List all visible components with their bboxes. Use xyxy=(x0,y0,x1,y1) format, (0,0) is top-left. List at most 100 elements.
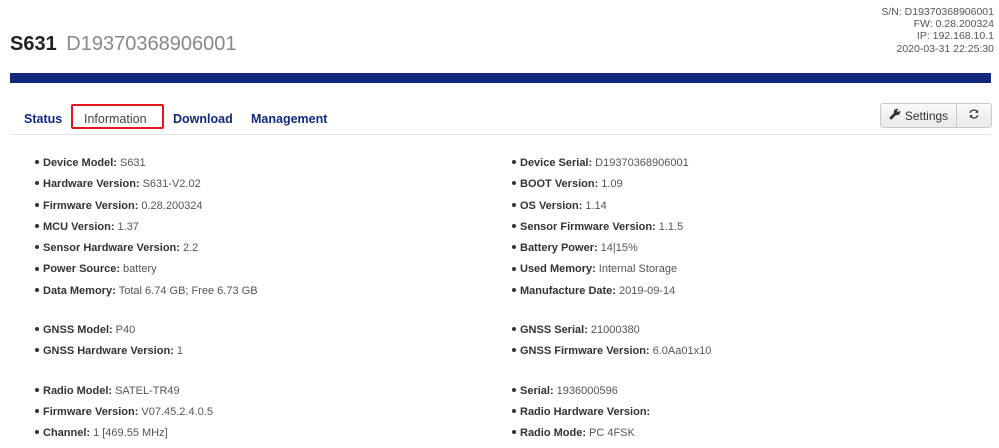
settings-button-label: Settings xyxy=(904,108,949,123)
info-label: Power Source: xyxy=(43,263,121,276)
info-item: Used Memory: Internal Storage xyxy=(512,259,982,280)
device-model-title: S631 xyxy=(10,33,57,55)
gnss-info-group: GNSS Model: P40 GNSS Hardware Version: 1 xyxy=(35,320,505,363)
info-label: GNSS Serial: xyxy=(520,324,588,337)
info-item: Radio Hardware Version: xyxy=(512,402,982,423)
meta-fw: FW: 0.28.200324 xyxy=(913,18,994,31)
info-item: Firmware Version: 0.28.200324 xyxy=(35,196,505,217)
info-label: Manufacture Date: xyxy=(520,284,616,297)
page-title: S631 D19370368906001 xyxy=(10,33,236,56)
info-value: S631 xyxy=(119,157,146,169)
info-label: Battery Power: xyxy=(520,242,598,255)
info-value: Total 6.74 GB; Free 6.73 GB xyxy=(118,284,258,297)
info-value: 1.09 xyxy=(601,178,623,191)
page-header: S631 D19370368906001 S/N: D1937036890600… xyxy=(0,0,999,72)
info-value: 2019-09-14 xyxy=(618,284,676,297)
meta-sn: S/N: D19370368906001 xyxy=(881,6,994,18)
info-value: S631-V2.02 xyxy=(142,178,201,191)
info-item: Radio Mode: PC 4FSK xyxy=(512,423,982,444)
refresh-icon xyxy=(968,108,980,123)
device-meta: S/N: D19370368906001 FW: 0.28.200324 IP:… xyxy=(881,6,994,55)
info-value: P40 xyxy=(115,324,136,337)
info-item: Battery Power: 14|15% xyxy=(512,238,982,259)
tab-status[interactable]: Status xyxy=(24,112,62,126)
info-value: 1936000596 xyxy=(556,384,618,397)
info-value: PC 4FSK xyxy=(589,427,635,440)
info-column-right: Device Serial: D19370368906001 BOOT Versi… xyxy=(512,153,982,445)
info-label: OS Version: xyxy=(520,199,583,212)
info-value: V07.45.2.4.0.5 xyxy=(141,405,213,418)
info-label: Used Memory: xyxy=(520,263,596,276)
info-value: battery xyxy=(123,263,157,276)
info-item: MCU Version: 1.37 xyxy=(35,217,505,238)
tab-information-highlight xyxy=(71,104,164,129)
info-item: Device Serial: D19370368906001 xyxy=(512,153,982,174)
info-label: Hardware Version: xyxy=(43,178,140,191)
info-value: 1 xyxy=(176,345,183,358)
info-item: Hardware Version: S631-V2.02 xyxy=(35,174,505,195)
info-label: Radio Mode: xyxy=(520,427,586,440)
info-label: Sensor Hardware Version: xyxy=(43,242,180,255)
info-label: Serial: xyxy=(520,384,554,397)
info-item: BOOT Version: 1.09 xyxy=(512,174,982,195)
info-label: Firmware Version: xyxy=(43,199,139,212)
radio-serial-group: Serial: 1936000596 Radio Hardware Version… xyxy=(512,381,982,445)
info-value: 1.14 xyxy=(585,199,607,212)
header-divider-bar xyxy=(10,73,991,83)
info-value: 6.0Aa01x10 xyxy=(652,345,712,358)
info-item: OS Version: 1.14 xyxy=(512,196,982,217)
info-value: 1.1.5 xyxy=(658,220,684,233)
info-item: Power Source: battery xyxy=(35,259,505,280)
info-label: Channel: xyxy=(43,427,91,440)
settings-button[interactable]: Settings xyxy=(880,103,957,128)
info-item: Sensor Firmware Version: 1.1.5 xyxy=(512,217,982,238)
meta-ip: IP: 192.168.10.1 xyxy=(916,30,994,43)
info-label: GNSS Firmware Version: xyxy=(520,345,650,358)
tab-management[interactable]: Management xyxy=(251,112,327,126)
radio-info-group: Radio Model: SATEL-TR49 Firmware Version:… xyxy=(35,381,505,445)
info-item: Device Model: S631 xyxy=(35,153,505,174)
info-item: Radio Model: SATEL-TR49 xyxy=(35,381,505,402)
info-label: Radio Model: xyxy=(43,384,113,397)
info-label: Sensor Firmware Version: xyxy=(520,220,656,233)
info-label: GNSS Model: xyxy=(43,324,113,337)
info-item: Data Memory: Total 6.74 GB; Free 6.73 GB xyxy=(35,281,505,302)
info-item: GNSS Serial: 21000380 xyxy=(512,320,982,341)
info-label: Firmware Version: xyxy=(43,405,139,418)
wrench-icon xyxy=(889,108,901,123)
toolbar-button-group: Settings xyxy=(880,103,992,128)
info-item: Sensor Hardware Version: 2.2 xyxy=(35,238,505,259)
info-label: GNSS Hardware Version: xyxy=(43,345,174,358)
info-label: Radio Hardware Version: xyxy=(520,405,651,418)
info-value: 21000380 xyxy=(590,324,640,337)
info-label: Data Memory: xyxy=(43,284,116,297)
info-item: GNSS Model: P40 xyxy=(35,320,505,341)
info-value: 1 [469.55 MHz] xyxy=(93,427,168,440)
info-item: GNSS Firmware Version: 6.0Aa01x10 xyxy=(512,341,982,362)
gnss-serial-group: GNSS Serial: 21000380 GNSS Firmware Versi… xyxy=(512,320,982,363)
info-item: Manufacture Date: 2019-09-14 xyxy=(512,281,982,302)
info-label: MCU Version: xyxy=(43,220,115,233)
info-value: 14|15% xyxy=(600,242,638,255)
info-value: D19370368906001 xyxy=(595,157,689,169)
info-value: Internal Storage xyxy=(598,263,678,276)
info-item: Channel: 1 [469.55 MHz] xyxy=(35,423,505,444)
info-item: Serial: 1936000596 xyxy=(512,381,982,402)
info-label: Device Serial: xyxy=(520,157,593,169)
info-value: 2.2 xyxy=(182,242,199,255)
info-label: Device Model: xyxy=(43,157,117,169)
info-value: 1.37 xyxy=(117,220,139,233)
refresh-button[interactable] xyxy=(957,103,992,128)
device-info-group: Device Model: S631 Hardware Version: S631-… xyxy=(35,153,505,302)
tab-download[interactable]: Download xyxy=(173,112,233,126)
info-item: Firmware Version: V07.45.2.4.0.5 xyxy=(35,402,505,423)
device-serial-title: D19370368906001 xyxy=(66,33,237,55)
nav-separator xyxy=(10,134,991,135)
info-value: SATEL-TR49 xyxy=(115,384,180,397)
info-value: 0.28.200324 xyxy=(141,199,203,212)
info-label: BOOT Version: xyxy=(520,178,599,191)
device-serial-group: Device Serial: D19370368906001 BOOT Versi… xyxy=(512,153,982,302)
meta-datetime: 2020-03-31 22:25:30 xyxy=(896,42,995,55)
info-column-left: Device Model: S631 Hardware Version: S631-… xyxy=(35,153,505,445)
info-item: GNSS Hardware Version: 1 xyxy=(35,341,505,362)
